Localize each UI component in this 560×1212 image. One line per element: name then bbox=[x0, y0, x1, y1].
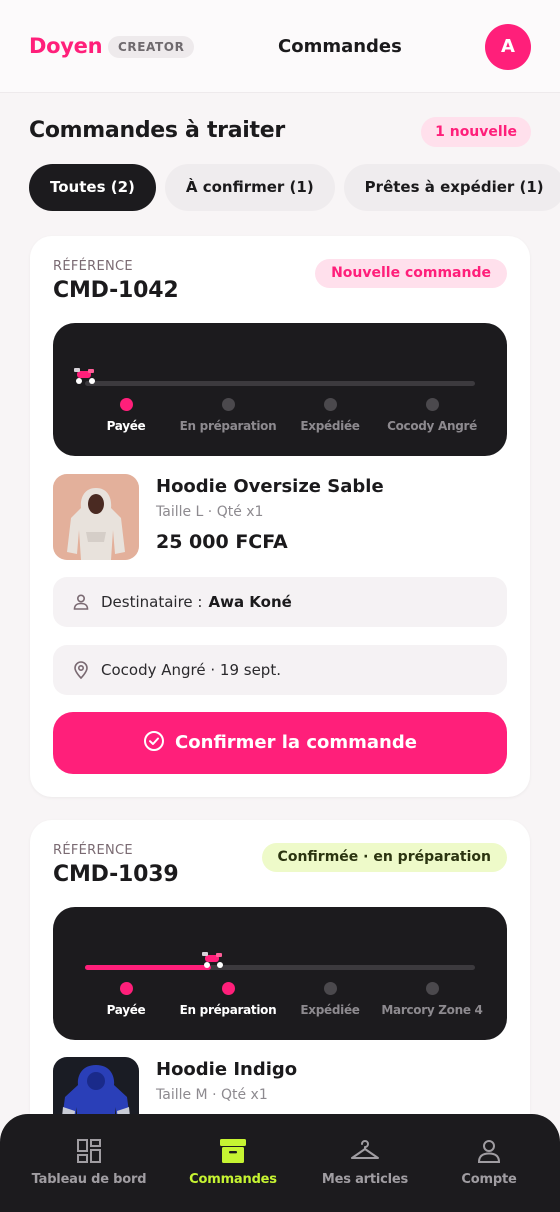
step-dot bbox=[323, 398, 337, 411]
reference-label: RÉFÉRENCE bbox=[53, 843, 133, 858]
page-title-text: Commandes bbox=[278, 36, 402, 57]
reference-value: CMD-1039 bbox=[53, 862, 179, 887]
step-preparing: En préparation bbox=[173, 982, 283, 1017]
nav-my-items[interactable]: Mes articles bbox=[295, 1138, 435, 1187]
nav-label: Mes articles bbox=[321, 1172, 409, 1187]
step-dot bbox=[425, 398, 439, 411]
user-icon bbox=[477, 1140, 501, 1163]
step-label: Payée bbox=[106, 419, 146, 433]
step-label: Expédiée bbox=[300, 419, 360, 433]
delivery-tracker: Payée En préparation Expédiée Cocody Ang… bbox=[53, 323, 507, 456]
filter-tabs: Toutes (2) À confirmer (1) Prêtes à expédi… bbox=[29, 164, 560, 212]
step-dot bbox=[425, 982, 439, 995]
section-title: Commandes à traiter bbox=[29, 118, 285, 143]
step-shipped: Expédiée bbox=[275, 982, 385, 1017]
confirm-order-button[interactable]: Confirmer la commande bbox=[53, 712, 507, 774]
step-label: Expédiée bbox=[300, 1003, 360, 1017]
order-card: RÉFÉRENCE CMD-1042 Nouvelle commande Pay… bbox=[30, 236, 530, 797]
location-text: Cocody Angré · 19 sept. bbox=[101, 661, 281, 679]
step-dot bbox=[221, 982, 235, 995]
status-badge: Confirmée · en préparation bbox=[261, 843, 507, 872]
location-pin-icon bbox=[74, 661, 88, 680]
status-badge: Nouvelle commande bbox=[315, 259, 507, 288]
page-title: Commandes bbox=[0, 36, 560, 60]
scooter-icon bbox=[74, 368, 95, 384]
step-label: En préparation bbox=[179, 1003, 277, 1017]
step-paid: Payée bbox=[71, 982, 181, 1017]
step-dot bbox=[221, 398, 235, 411]
nav-dashboard[interactable]: Tableau de bord bbox=[19, 1138, 159, 1187]
new-orders-badge: 1 nouvelle bbox=[421, 117, 531, 147]
step-destination: Cocody Angré bbox=[377, 398, 487, 433]
hanger-icon bbox=[351, 1140, 379, 1159]
reference-label: RÉFÉRENCE bbox=[53, 259, 133, 274]
step-dot bbox=[119, 398, 133, 411]
progress-track bbox=[85, 381, 475, 386]
dashboard-icon bbox=[77, 1139, 101, 1163]
step-label: Payée bbox=[106, 1003, 146, 1017]
person-icon bbox=[73, 594, 89, 610]
tab-ready-to-ship[interactable]: Prêtes à expédier (1) bbox=[343, 164, 560, 211]
nav-label: Compte bbox=[461, 1172, 517, 1187]
product-meta: Taille M · Qté x1 bbox=[156, 1087, 268, 1103]
tab-all[interactable]: Toutes (2) bbox=[29, 164, 156, 211]
nav-label: Commandes bbox=[189, 1172, 277, 1187]
step-label: En préparation bbox=[179, 419, 277, 433]
step-label: Marcory Zone 4 bbox=[381, 1003, 483, 1017]
location-row: Cocody Angré · 19 sept. bbox=[53, 645, 507, 695]
nav-account[interactable]: Compte bbox=[419, 1138, 559, 1187]
app-header: Doyen CREATOR Commandes A bbox=[0, 0, 560, 93]
delivery-tracker: Payée En préparation Expédiée Marcory Zo… bbox=[53, 907, 507, 1040]
check-circle-icon bbox=[144, 731, 165, 751]
step-destination: Marcory Zone 4 bbox=[377, 982, 487, 1017]
nav-orders[interactable]: Commandes bbox=[163, 1138, 303, 1187]
recipient-text: Destinataire : Awa Koné bbox=[101, 593, 292, 611]
recipient-row: Destinataire : Awa Koné bbox=[53, 577, 507, 627]
step-paid: Payée bbox=[71, 398, 181, 433]
product-name: Hoodie Indigo bbox=[156, 1059, 298, 1080]
bottom-nav: Tableau de bord Commandes Mes articles C… bbox=[0, 1114, 560, 1212]
step-preparing: En préparation bbox=[173, 398, 283, 433]
product-meta: Taille L · Qté x1 bbox=[156, 504, 264, 520]
product-price: 25 000 FCFA bbox=[156, 531, 288, 553]
progress-fill bbox=[85, 965, 211, 970]
step-label: Cocody Angré bbox=[387, 419, 477, 433]
scooter-icon bbox=[202, 952, 223, 968]
product-name: Hoodie Oversize Sable bbox=[156, 476, 384, 497]
step-dot bbox=[119, 982, 133, 995]
confirm-order-label: Confirmer la commande bbox=[175, 732, 417, 753]
nav-label: Tableau de bord bbox=[31, 1172, 147, 1187]
step-dot bbox=[323, 982, 337, 995]
reference-value: CMD-1042 bbox=[53, 278, 179, 303]
avatar[interactable]: A bbox=[485, 24, 531, 70]
product-image bbox=[53, 474, 139, 560]
archive-box-icon bbox=[220, 1139, 246, 1163]
step-shipped: Expédiée bbox=[275, 398, 385, 433]
recipient-name: Awa Koné bbox=[208, 593, 292, 611]
progress-track bbox=[85, 965, 475, 970]
tab-to-confirm[interactable]: À confirmer (1) bbox=[164, 164, 335, 211]
recipient-label: Destinataire : bbox=[101, 593, 203, 611]
